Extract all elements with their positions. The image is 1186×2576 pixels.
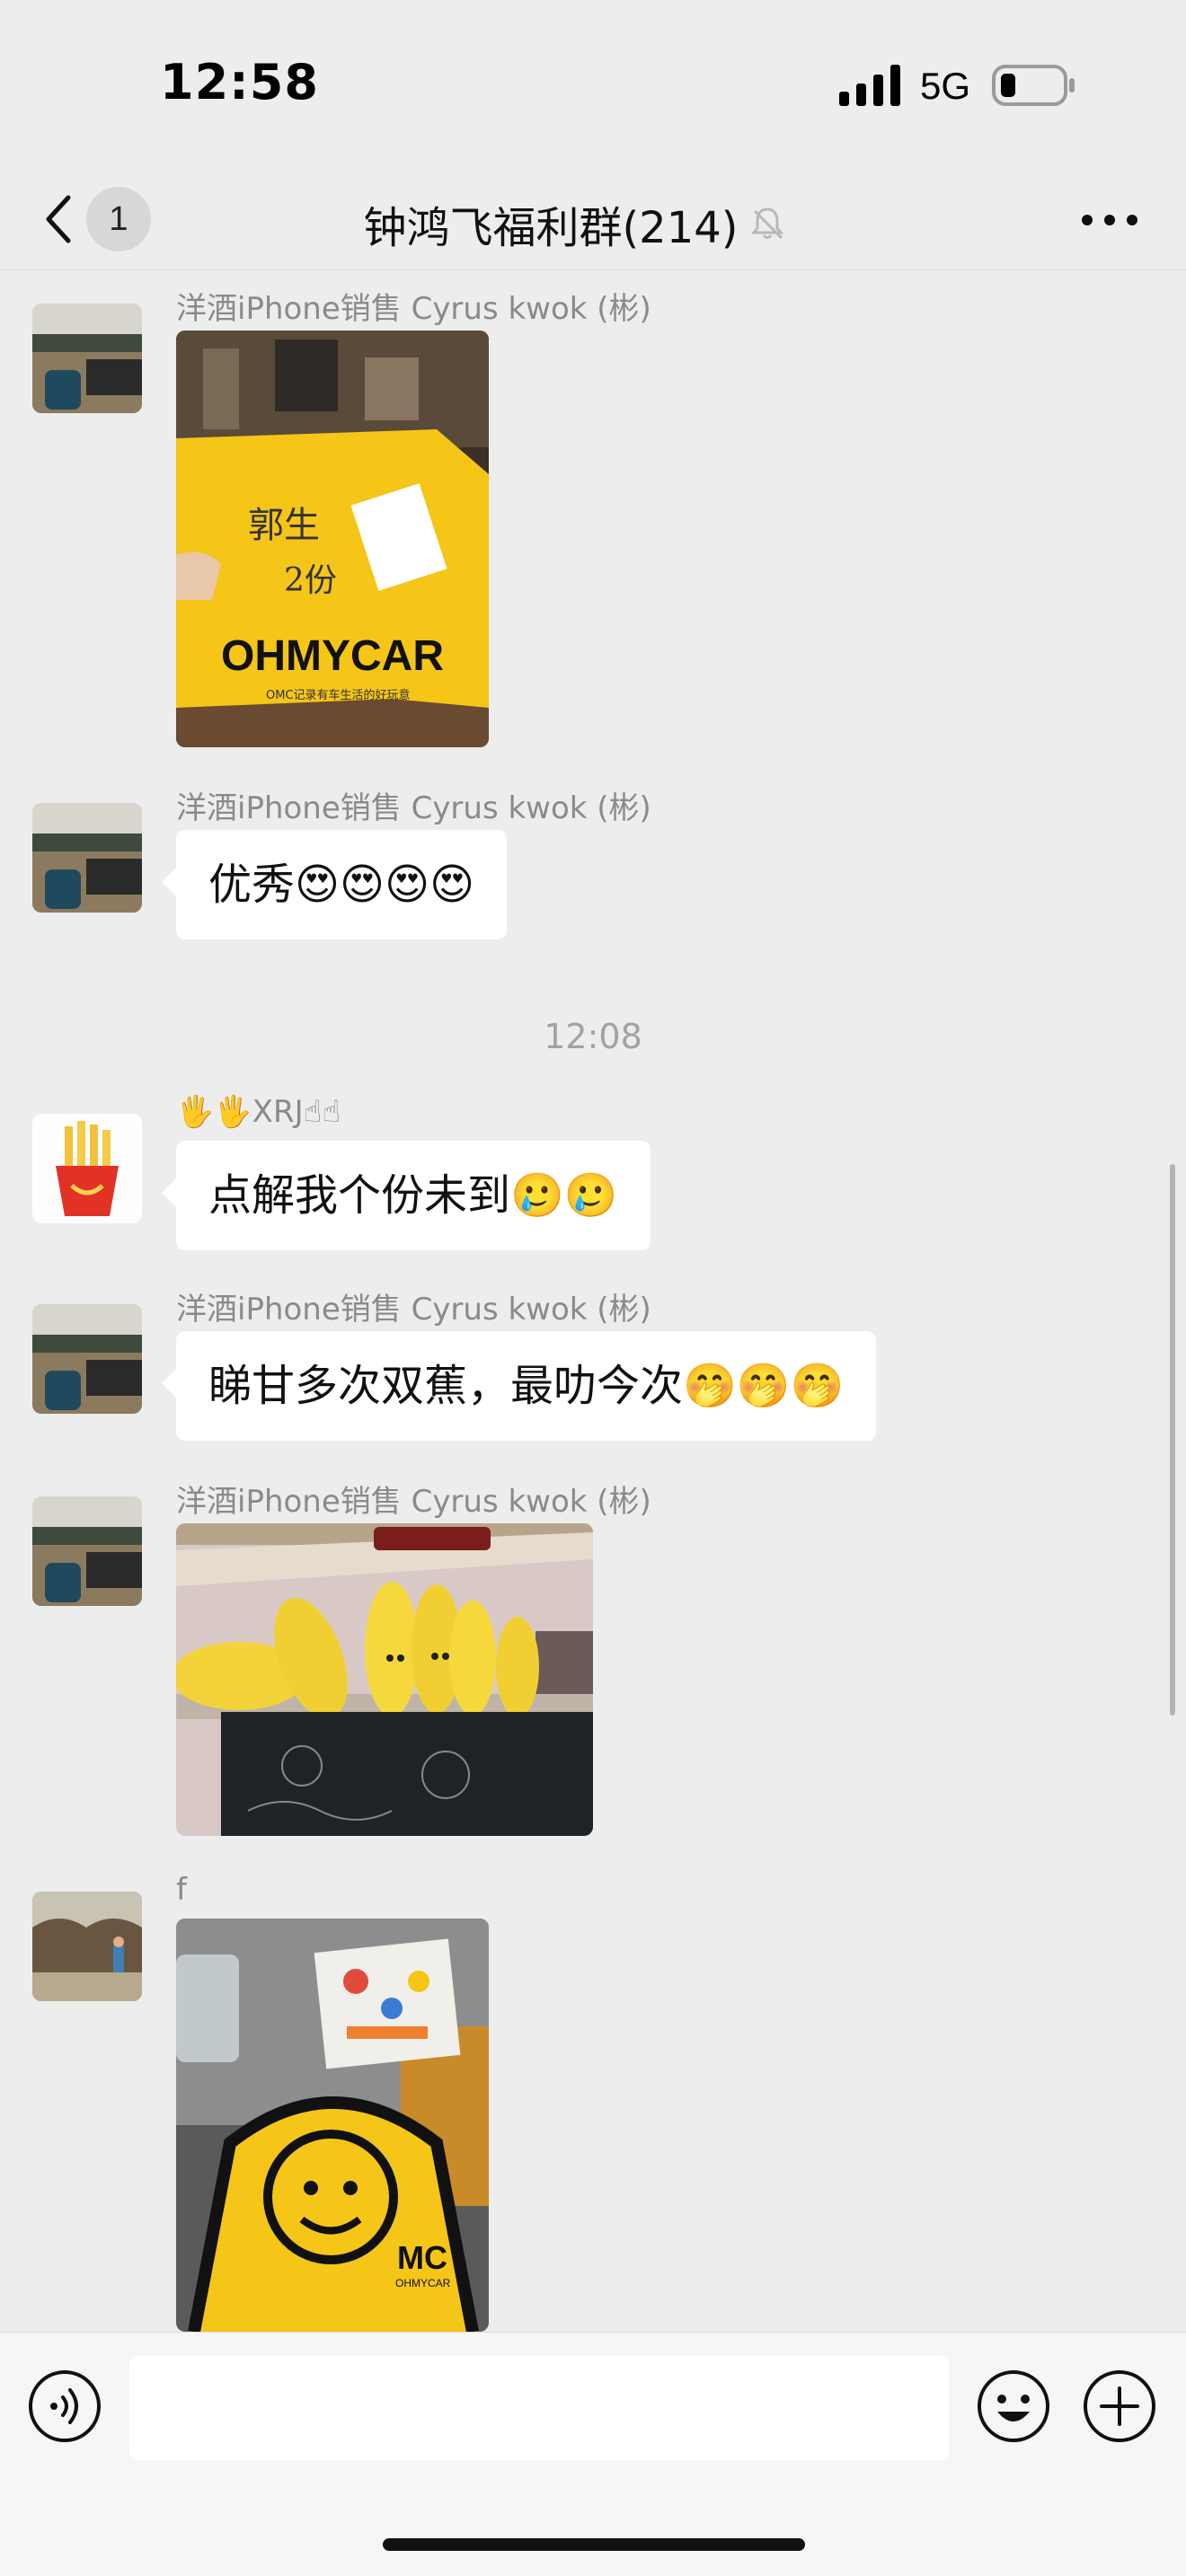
image-text-handwriting: 郭生 [248, 505, 320, 546]
voice-icon [29, 2370, 101, 2442]
sender-name: 洋酒iPhone销售 Cyrus kwok (彬) [176, 790, 651, 826]
avatar[interactable] [32, 1114, 142, 1223]
back-button[interactable]: 1 [32, 180, 158, 260]
chat-screen: 12:58 5G 1 钟鸿飞福利群(214) 洋酒iPhone销售 Cyrus … [0, 0, 1186, 2576]
avatar[interactable] [32, 1496, 142, 1606]
more-button[interactable] [1069, 189, 1150, 251]
sender-name: 洋酒iPhone销售 Cyrus kwok (彬) [176, 1292, 651, 1328]
image-message[interactable]: MC OHMYCAR [176, 1919, 489, 2332]
signal-icon [839, 65, 900, 106]
image-text-logo: OHMYCAR [221, 632, 444, 680]
image-text-brand: OHMYCAR [395, 2277, 451, 2289]
avatar[interactable] [32, 304, 142, 413]
message-input[interactable] [129, 2356, 949, 2460]
add-button[interactable] [1082, 2369, 1157, 2444]
message-bubble[interactable]: 点解我个份未到🥲🥲 [162, 1141, 651, 1250]
avatar[interactable] [32, 1304, 142, 1414]
status-time: 12:58 [160, 54, 319, 110]
sender-name: 洋酒iPhone销售 Cyrus kwok (彬) [176, 1484, 651, 1520]
sender-name: f [176, 1872, 187, 1908]
avatar[interactable] [32, 803, 142, 913]
nav-bar: 1 钟鸿飞福利群(214) [0, 171, 1186, 270]
add-icon [1084, 2370, 1155, 2442]
image-text-handwriting: 2份 [284, 562, 337, 599]
status-bar: 12:58 5G [0, 0, 1186, 171]
message-timestamp: 12:08 [544, 1017, 642, 1056]
sender-name: 洋酒iPhone销售 Cyrus kwok (彬) [176, 291, 651, 327]
avatar[interactable] [32, 1892, 142, 2001]
message-bubble[interactable]: 睇甘多次双蕉，最叻今次🤭🤭🤭 [161, 1331, 877, 1441]
image-text-tagline: OMC记录有车生活的好玩意 [266, 688, 411, 702]
image-text-logo: MC [397, 2239, 447, 2276]
more-dots-icon [1082, 215, 1137, 225]
voice-button[interactable] [27, 2369, 102, 2444]
network-label: 5G [920, 65, 971, 107]
chat-title-text: 钟鸿飞福利群(214) [363, 203, 739, 253]
chevron-left-icon [46, 195, 71, 243]
scrollbar[interactable] [1170, 1164, 1175, 1716]
image-message[interactable] [176, 1523, 593, 1836]
image-message[interactable]: 郭生 2份 OHMYCAR OMC记录有车生活的好玩意 [176, 331, 489, 747]
home-indicator[interactable] [383, 2538, 805, 2551]
message-bubble[interactable]: 优秀😍😍😍😍 [161, 830, 508, 940]
unread-badge: 1 [86, 187, 151, 251]
emoji-button[interactable] [976, 2369, 1051, 2444]
bell-muted-icon [750, 207, 783, 240]
emoji-icon [978, 2370, 1049, 2442]
battery-icon [992, 65, 1075, 106]
chat-title: 钟鸿飞福利群(214) [270, 183, 881, 264]
sender-name: 🖐🖐XRJ☝☝ [176, 1094, 341, 1130]
